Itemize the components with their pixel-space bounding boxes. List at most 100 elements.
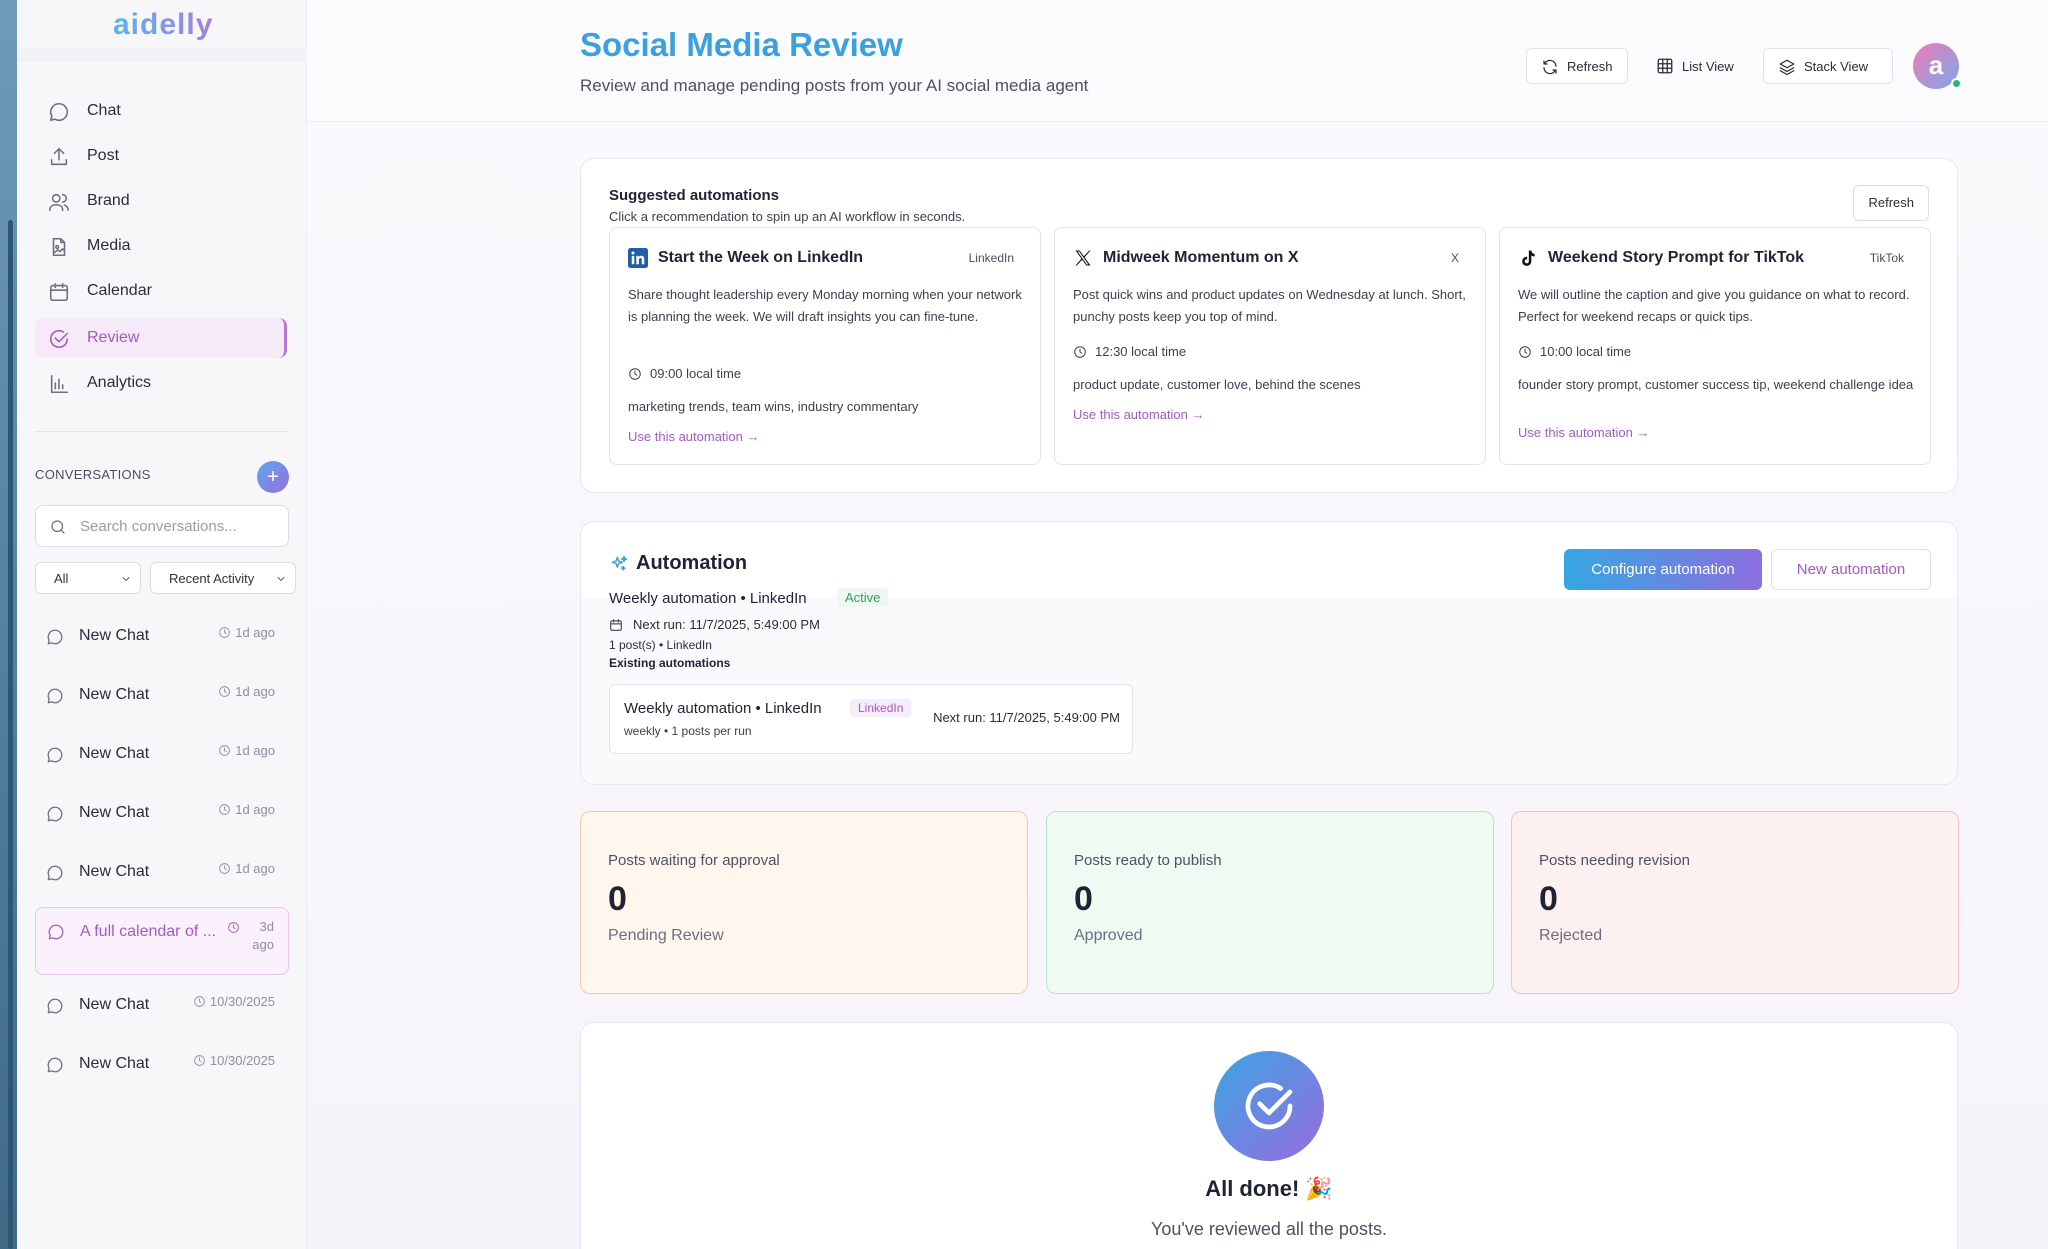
conversation-title: New Chat xyxy=(79,745,150,762)
conversation-time-text: 1d ago xyxy=(235,802,275,817)
suggestion-card-x[interactable]: Midweek Momentum on X X Post quick wins … xyxy=(1054,227,1486,465)
nav-item-analytics[interactable]: Analytics xyxy=(35,363,287,403)
stat-value: 0 xyxy=(1539,880,1558,918)
search-conversations-input[interactable] xyxy=(35,505,289,547)
window-scrollbar[interactable] xyxy=(8,220,13,1249)
clock-icon xyxy=(194,996,205,1007)
existing-automation-item[interactable]: Weekly automation • LinkedIn LinkedIn we… xyxy=(609,684,1133,754)
nav-label: Post xyxy=(87,147,120,164)
layers-icon xyxy=(1779,59,1795,76)
suggestion-time: 09:00 local time xyxy=(628,366,741,381)
stat-pending[interactable]: Posts waiting for approval 0 Pending Rev… xyxy=(580,811,1028,994)
chat-bubble-icon xyxy=(48,924,64,940)
suggestion-platform: TikTok xyxy=(1869,251,1904,265)
stat-value: 0 xyxy=(1074,880,1093,918)
posts-per-platform: 1 post(s) • LinkedIn xyxy=(609,638,712,652)
list-view-label: List View xyxy=(1682,58,1734,74)
all-done-badge xyxy=(1214,1051,1324,1161)
conversation-item[interactable]: New Chat 1d ago xyxy=(35,785,289,841)
filter-value: All xyxy=(54,570,69,586)
refresh-button[interactable]: Refresh xyxy=(1526,48,1628,84)
conversation-time: 1d ago xyxy=(218,743,275,758)
conversation-time-text: 1d ago xyxy=(235,861,275,876)
suggested-automations-card: Suggested automations Click a recommenda… xyxy=(580,158,1958,493)
page-title: Social Media Review xyxy=(580,26,903,63)
chat-bubble-icon xyxy=(49,102,69,122)
clock-icon xyxy=(228,922,239,933)
clock-icon xyxy=(1074,345,1086,358)
stat-rejected[interactable]: Posts needing revision 0 Rejected xyxy=(1511,811,1959,994)
nav-item-post[interactable]: Post xyxy=(35,136,287,176)
clock-icon xyxy=(219,804,231,815)
status-badge: Active xyxy=(837,588,889,607)
suggestion-card-linkedin[interactable]: Start the Week on LinkedIn LinkedIn Shar… xyxy=(609,227,1041,465)
conversation-filter-select[interactable]: All xyxy=(35,562,141,594)
use-automation-link[interactable]: Use this automation → xyxy=(1073,407,1205,422)
online-status-dot xyxy=(1951,78,1962,89)
use-automation-link[interactable]: Use this automation → xyxy=(1518,425,1650,440)
logo-divider-band xyxy=(17,48,307,62)
suggested-refresh-button[interactable]: Refresh xyxy=(1853,185,1929,221)
suggestion-topics: product update, customer love, behind th… xyxy=(1073,377,1361,392)
conversation-title: New Chat xyxy=(79,804,150,821)
new-automation-button[interactable]: New automation xyxy=(1771,549,1931,590)
all-done-title: All done! 🎉 xyxy=(1205,1176,1333,1201)
suggestion-name: Weekend Story Prompt for TikTok xyxy=(1548,249,1805,266)
conversation-item[interactable]: New Chat 1d ago xyxy=(35,844,289,900)
conversation-title: New Chat xyxy=(79,686,150,703)
window-edge xyxy=(0,0,17,1249)
linkedin-icon xyxy=(628,248,648,268)
bar-chart-icon xyxy=(50,374,69,394)
chevron-down-icon xyxy=(277,577,285,581)
suggestion-topics: marketing trends, team wins, industry co… xyxy=(628,399,919,414)
check-circle-icon xyxy=(49,329,69,348)
stat-label: Posts ready to publish xyxy=(1074,852,1222,869)
conversation-item-selected[interactable]: A full calendar of ... 3d ago xyxy=(35,907,289,975)
new-conversation-button[interactable]: + xyxy=(257,461,289,493)
use-automation-link[interactable]: Use this automation → xyxy=(628,429,760,444)
nav-item-chat[interactable]: Chat xyxy=(35,91,287,131)
all-done-subtitle: You've reviewed all the posts. xyxy=(1151,1219,1387,1239)
conversation-item[interactable]: New Chat 1d ago xyxy=(35,726,289,782)
chat-bubble-icon xyxy=(47,747,63,763)
clock-icon xyxy=(629,367,641,380)
stat-label: Posts waiting for approval xyxy=(608,852,780,869)
suggestion-time: 12:30 local time xyxy=(1073,344,1186,359)
sidebar: aidelly Chat Post Brand Media Calendar R… xyxy=(17,0,307,1249)
suggestion-topics: founder story prompt, customer success t… xyxy=(1518,377,1914,392)
time-line-2: ago xyxy=(252,937,274,952)
suggestion-description: We will outline the caption and give you… xyxy=(1518,287,1910,324)
list-view-button[interactable]: List View xyxy=(1642,48,1752,84)
conversation-time-text: 10/30/2025 xyxy=(209,1053,275,1068)
nav-label: Media xyxy=(87,237,131,254)
sidebar-divider xyxy=(35,431,289,432)
conversations-heading: CONVERSATIONS xyxy=(35,467,151,482)
nav-item-review[interactable]: Review xyxy=(35,318,287,358)
conversation-sort-select[interactable]: Recent Activity xyxy=(150,562,296,594)
x-logo-icon xyxy=(1075,250,1091,266)
stat-sub: Pending Review xyxy=(608,927,724,944)
stat-label: Posts needing revision xyxy=(1539,852,1690,869)
automation-card: Automation Configure automation New auto… xyxy=(580,521,1958,785)
conversation-item[interactable]: New Chat 1d ago xyxy=(35,608,289,664)
conversation-item[interactable]: New Chat 10/30/2025 xyxy=(35,1036,289,1092)
suggestion-card-tiktok[interactable]: Weekend Story Prompt for TikTok TikTok W… xyxy=(1499,227,1931,465)
nav-label: Analytics xyxy=(87,374,152,391)
configure-automation-button[interactable]: Configure automation xyxy=(1564,549,1762,590)
tiktok-icon xyxy=(1522,250,1535,266)
conversation-time-text: 1d ago xyxy=(235,625,275,640)
stat-approved[interactable]: Posts ready to publish 0 Approved xyxy=(1046,811,1494,994)
nav-item-calendar[interactable]: Calendar xyxy=(35,271,287,311)
users-icon xyxy=(49,193,69,212)
sparkles-icon xyxy=(611,555,628,571)
conversation-item[interactable]: New Chat 10/30/2025 xyxy=(35,977,289,1033)
nav-item-media[interactable]: Media xyxy=(35,226,287,266)
nav-label: Review xyxy=(87,329,140,346)
stack-view-button[interactable]: Stack View xyxy=(1763,48,1893,84)
app-logo[interactable]: aidelly xyxy=(113,8,213,42)
conversation-item[interactable]: New Chat 1d ago xyxy=(35,667,289,723)
nav-item-brand[interactable]: Brand xyxy=(35,181,287,221)
conversation-time-text: 1d ago xyxy=(235,743,275,758)
suggestion-time: 10:00 local time xyxy=(1518,344,1631,359)
nav-label: Calendar xyxy=(87,282,152,299)
